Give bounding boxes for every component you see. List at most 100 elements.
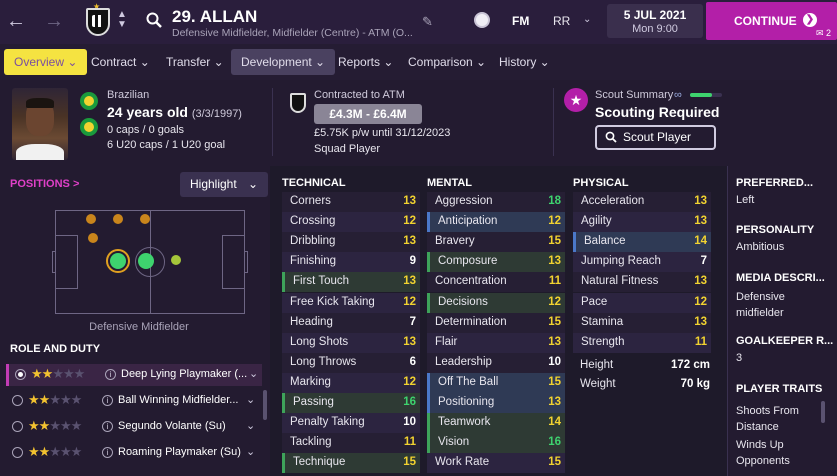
attribute-value: 13 — [548, 396, 561, 408]
attribute-row[interactable]: Bravery 15 — [427, 232, 565, 253]
chevron-down-icon[interactable]: ⌄ — [249, 367, 258, 380]
attribute-row[interactable]: Free Kick Taking 12 — [282, 292, 420, 313]
info-icon[interactable]: i — [105, 369, 116, 380]
tab-transfer[interactable]: Transfer ⌄ — [156, 49, 234, 75]
role-row[interactable]: ★★★★★ i Ball Winning Midfielder... ⌄ — [6, 390, 262, 412]
forward-arrow-icon[interactable]: → — [44, 10, 64, 32]
info-icon[interactable]: i — [102, 395, 113, 406]
club-switch-chevrons-icon[interactable]: ▲ ▼ — [116, 10, 128, 30]
role-radio[interactable] — [12, 395, 23, 406]
positions-link[interactable]: POSITIONS > — [10, 178, 79, 190]
fm-logo[interactable]: FM — [512, 14, 529, 28]
tab-contract[interactable]: Contract ⌄ — [81, 49, 160, 75]
attribute-row[interactable]: Finishing 9 — [282, 252, 420, 273]
attribute-row[interactable]: Corners 13 — [282, 192, 420, 212]
weight-label: Weight — [580, 378, 616, 390]
role-stars: ★★★★★ — [31, 366, 85, 381]
chevron-down-icon[interactable]: ⌄ — [246, 445, 255, 458]
attribute-row[interactable]: Strength 11 — [573, 332, 711, 353]
attribute-row[interactable]: Crossing 12 — [282, 212, 420, 233]
search-icon[interactable] — [146, 12, 162, 28]
attribute-row[interactable]: Agility 13 — [573, 212, 711, 233]
tab-label: Development — [241, 55, 312, 69]
u20-caps-goals: 6 U20 caps / 1 U20 goal — [107, 139, 226, 151]
attribute-row[interactable]: Vision 16 — [427, 433, 565, 454]
world-globe-icon[interactable] — [474, 12, 490, 28]
contract-label: Contracted to ATM — [314, 89, 405, 101]
attribute-row[interactable]: Acceleration 13 — [573, 192, 711, 212]
player-trait: Winds Up Opponents — [736, 439, 790, 467]
attribute-row[interactable]: Anticipation 12 — [427, 212, 565, 233]
attribute-value: 15 — [403, 456, 416, 469]
continue-button[interactable]: CONTINUE ❯ ✉ 2 — [706, 2, 837, 40]
tab-history[interactable]: History ⌄ — [489, 49, 560, 75]
attribute-row[interactable]: Balance 14 — [573, 232, 711, 253]
info-icon[interactable]: i — [102, 447, 113, 458]
tab-comparison[interactable]: Comparison ⌄ — [398, 49, 496, 75]
tab-label: Contract — [91, 55, 137, 69]
attribute-value: 12 — [403, 295, 416, 308]
attribute-row[interactable]: Stamina 13 — [573, 312, 711, 333]
role-row[interactable]: ★★★★★ i Deep Lying Playmaker (... ⌄ — [6, 364, 262, 386]
attribute-row[interactable]: Natural Fitness 13 — [573, 272, 711, 293]
scout-star-icon: ★ — [564, 88, 588, 112]
attribute-row[interactable]: Leadership 10 — [427, 352, 565, 373]
attribute-row[interactable]: Marking 12 — [282, 372, 420, 393]
position-dot-amc — [171, 255, 181, 265]
tab-development[interactable]: Development ⌄ — [231, 49, 336, 75]
club-crest-icon[interactable] — [86, 8, 110, 36]
attribute-name: Heading — [290, 315, 333, 328]
binoculars-icon: ∞ — [674, 89, 682, 101]
attribute-row[interactable]: Tackling 11 — [282, 433, 420, 454]
attribute-row[interactable]: Decisions 12 — [427, 292, 565, 313]
role-row[interactable]: ★★★★★ i Segundo Volante (Su) ⌄ — [6, 416, 262, 438]
role-row[interactable]: ★★★★★ i Roaming Playmaker (Su) ⌄ — [6, 442, 262, 464]
attribute-row[interactable]: Heading 7 — [282, 312, 420, 333]
tab-overview[interactable]: Overview ⌄ — [4, 49, 88, 75]
attribute-row[interactable]: Positioning 13 — [427, 393, 565, 413]
attribute-row[interactable]: Dribbling 13 — [282, 232, 420, 253]
attribute-row[interactable]: Concentration 11 — [427, 272, 565, 293]
highlight-dropdown[interactable]: Highlight ⌄ — [180, 172, 268, 197]
sidebar-scrollbar[interactable] — [821, 401, 825, 423]
attribute-row[interactable]: Teamwork 14 — [427, 413, 565, 434]
attribute-row[interactable]: Work Rate 15 — [427, 453, 565, 474]
role-stars: ★★★★★ — [28, 444, 82, 459]
attribute-row[interactable]: Off The Ball 15 — [427, 372, 565, 393]
info-icon[interactable]: i — [102, 421, 113, 432]
attribute-name: Passing — [293, 396, 334, 408]
attribute-row[interactable]: Passing 16 — [282, 393, 420, 413]
date-of-birth: (3/3/1997) — [191, 108, 242, 120]
scout-player-button[interactable]: Scout Player — [595, 125, 716, 150]
role-radio[interactable] — [15, 369, 26, 380]
chevron-down-icon[interactable]: ⌄ — [246, 393, 255, 406]
attribute-row[interactable]: Long Shots 13 — [282, 332, 420, 353]
rr-button[interactable]: RR — [553, 14, 570, 28]
scout-summary-label: Scout Summary — [595, 89, 674, 101]
attribute-value: 15 — [548, 375, 561, 388]
attribute-row[interactable]: First Touch 13 — [282, 272, 420, 293]
role-radio[interactable] — [12, 447, 23, 458]
chevron-down-icon[interactable]: ⌄ — [246, 419, 255, 432]
attribute-name: Anticipation — [438, 215, 498, 228]
attribute-row[interactable]: Flair 13 — [427, 332, 565, 353]
attribute-row[interactable]: Technique 15 — [282, 453, 420, 474]
attribute-row[interactable]: Determination 15 — [427, 312, 565, 333]
attribute-row[interactable]: Aggression 18 — [427, 192, 565, 212]
back-arrow-icon[interactable]: ← — [6, 10, 26, 32]
attribute-name: Tackling — [290, 436, 332, 449]
attribute-row[interactable]: Penalty Taking 10 — [282, 413, 420, 434]
chevron-down-icon[interactable]: ⌄ — [583, 14, 591, 25]
attribute-row[interactable]: Composure 13 — [427, 252, 565, 273]
roles-scrollbar[interactable] — [263, 390, 267, 420]
date-display[interactable]: 5 JUL 2021 Mon 9:00 — [607, 4, 703, 38]
attribute-name: Technique — [293, 456, 346, 469]
tab-reports[interactable]: Reports ⌄ — [328, 49, 403, 75]
technical-title: TECHNICAL — [282, 177, 346, 189]
attribute-row[interactable]: Jumping Reach 7 — [573, 252, 711, 273]
edit-pencil-icon[interactable]: ✎ — [422, 14, 433, 30]
role-radio[interactable] — [12, 421, 23, 432]
squad-status: Squad Player — [314, 143, 381, 155]
attribute-row[interactable]: Pace 12 — [573, 292, 711, 313]
attribute-row[interactable]: Long Throws 6 — [282, 352, 420, 373]
